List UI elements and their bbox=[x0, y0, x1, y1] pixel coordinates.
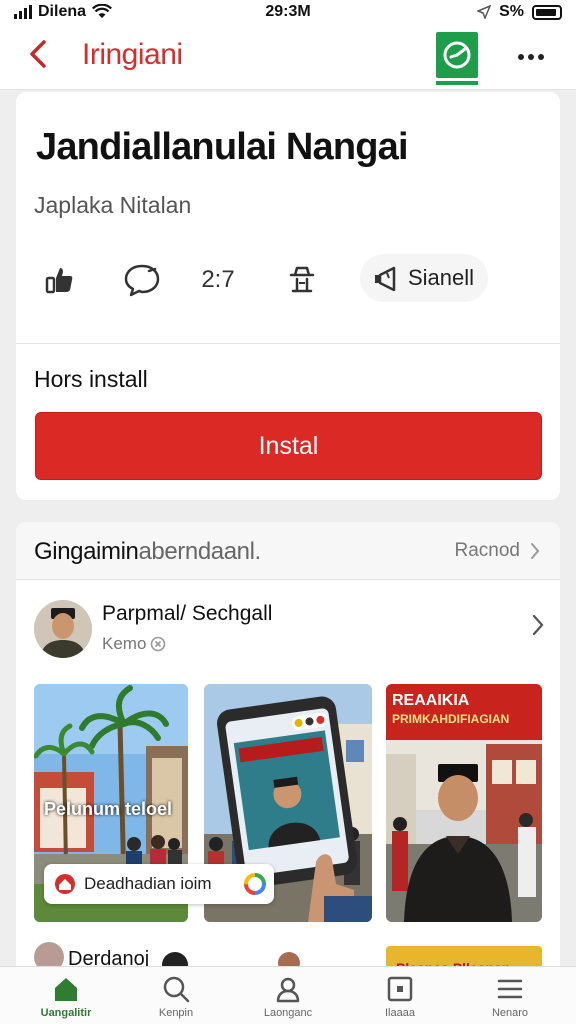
sound-toggle[interactable]: Sianell bbox=[360, 254, 488, 302]
media-square-icon bbox=[387, 976, 413, 1002]
section-more-link[interactable]: Racnod bbox=[455, 540, 541, 562]
app-header: Iringiani bbox=[0, 24, 576, 90]
thumbnail-3-caption: REAAIKIA PRIMKAHDIFIAGIAN bbox=[392, 692, 509, 728]
logo-icon bbox=[443, 41, 471, 69]
tag-chip[interactable]: Deadhadian ioim bbox=[44, 864, 274, 904]
nav-profile-label: Laonganc bbox=[263, 1007, 313, 1019]
logo-underline bbox=[436, 81, 478, 85]
nav-media-label: Ilaaaa bbox=[385, 1007, 415, 1019]
section-more-label: Racnod bbox=[454, 540, 521, 561]
more-dots-icon bbox=[518, 54, 544, 60]
author-name: Parpmal/ Sechgall bbox=[102, 602, 273, 625]
back-arrow-icon bbox=[30, 40, 46, 68]
nav-search-label: Kenpin bbox=[158, 1007, 194, 1019]
status-bar: Dilena 29:3M S% bbox=[0, 0, 576, 24]
menu-icon bbox=[497, 979, 523, 999]
home-red-icon bbox=[55, 874, 75, 894]
thumbs-up-icon bbox=[45, 268, 73, 294]
app-logo[interactable] bbox=[436, 32, 478, 88]
tag-chip-label: Deadhadian ioim bbox=[84, 874, 212, 893]
share-button[interactable] bbox=[282, 260, 322, 300]
share-icon bbox=[289, 266, 315, 293]
comment-count-value: 2:7 bbox=[201, 266, 235, 293]
search-icon bbox=[163, 976, 190, 1003]
post-actions: 2:7 Sianell bbox=[16, 252, 560, 308]
thumbnail-3-title: REAAIKIA bbox=[392, 692, 470, 709]
author-chevron[interactable] bbox=[532, 614, 544, 641]
status-right: S% bbox=[477, 3, 562, 21]
post-subtitle: Japlaka Nitalan bbox=[34, 192, 192, 218]
home-icon bbox=[55, 978, 77, 1001]
section-title-rest: aberndaanl. bbox=[138, 538, 261, 565]
thumbnail-1-caption: Pelunum teloel bbox=[44, 799, 173, 819]
post-title: Jandiallanulai Nangai bbox=[36, 126, 409, 168]
more-options-button[interactable] bbox=[516, 48, 546, 62]
google-g-icon bbox=[244, 873, 266, 895]
install-caption: Hors install bbox=[34, 366, 148, 392]
author-meta: Kemo bbox=[102, 634, 166, 654]
logo-badge bbox=[436, 32, 478, 78]
sound-label: Sianell bbox=[408, 265, 475, 290]
card-divider bbox=[16, 343, 560, 344]
section-card: Gingaiminaberndaanl. Racnod Parpmal/ Sec… bbox=[16, 522, 560, 1002]
comment-bubble-icon bbox=[124, 264, 160, 297]
thumbnail-3[interactable]: REAAIKIA PRIMKAHDIFIAGIAN bbox=[386, 684, 542, 922]
location-arrow-icon bbox=[477, 5, 492, 19]
install-button[interactable]: Instal bbox=[35, 412, 542, 480]
thumbnail-3-subtitle: PRIMKAHDIFIAGIAN bbox=[392, 712, 510, 726]
author-row[interactable]: Parpmal/ Sechgall Kemo bbox=[16, 580, 560, 684]
megaphone-icon bbox=[375, 266, 396, 291]
nav-search[interactable]: Kenpin bbox=[126, 975, 226, 1024]
comment-button[interactable] bbox=[120, 260, 164, 300]
verified-badge-icon bbox=[151, 636, 166, 652]
battery-icon bbox=[532, 4, 562, 20]
nav-profile[interactable]: Laonganc bbox=[238, 975, 338, 1024]
avatar bbox=[34, 600, 92, 658]
nav-media[interactable]: Ilaaaa bbox=[350, 975, 450, 1024]
like-button[interactable] bbox=[40, 260, 80, 300]
chevron-right-icon bbox=[531, 543, 540, 559]
author-meta-text: Kemo bbox=[102, 634, 147, 653]
nav-menu[interactable]: Nenaro bbox=[460, 975, 560, 1024]
section-title: Gingaiminaberndaanl. bbox=[34, 538, 261, 566]
post-card: Jandiallanulai Nangai Japlaka Nitalan 2:… bbox=[16, 92, 560, 500]
chevron-right-icon bbox=[532, 614, 544, 636]
comment-count: 2:7 bbox=[192, 260, 244, 300]
bottom-nav: Uangalitir Kenpin Laonganc Ilaaaa Nenaro bbox=[0, 966, 576, 1024]
section-header: Gingaiminaberndaanl. Racnod bbox=[16, 522, 560, 580]
avatar-portrait-icon bbox=[34, 600, 92, 658]
section-title-main: Gingaimin bbox=[34, 538, 139, 565]
nav-home-label: Uangalitir bbox=[40, 1007, 92, 1019]
battery-percent: S% bbox=[499, 3, 524, 20]
page-title: Iringiani bbox=[82, 38, 183, 71]
back-button[interactable] bbox=[24, 38, 56, 70]
nav-menu-label: Nenaro bbox=[491, 1007, 529, 1019]
nav-home[interactable]: Uangalitir bbox=[16, 975, 116, 1024]
user-icon bbox=[276, 977, 300, 1003]
